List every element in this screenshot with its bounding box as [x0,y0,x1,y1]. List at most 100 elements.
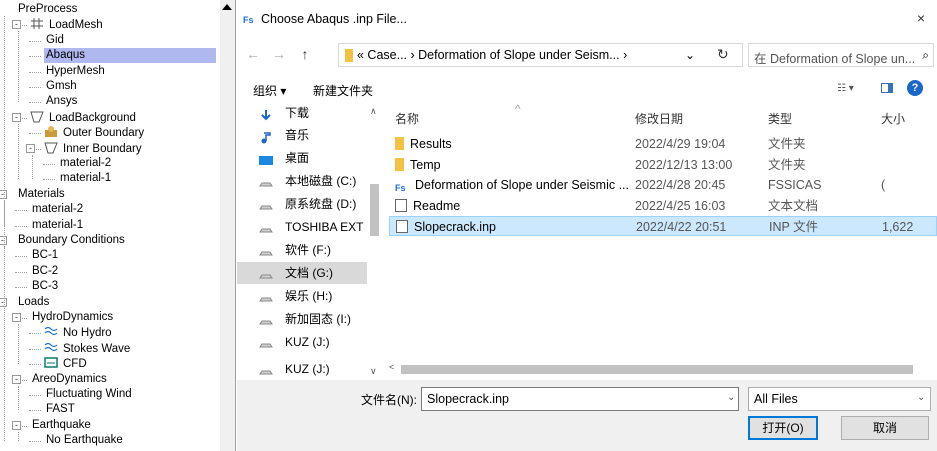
tree-node-label: CFD [63,358,87,371]
nav-item[interactable]: KUZ (J:) [237,358,367,380]
collapse-toggle-icon[interactable]: - [12,420,21,430]
organize-button[interactable]: 组织 ▾ [253,82,286,99]
tree-node[interactable]: Earthquake [30,418,93,433]
search-icon[interactable]: ⌕ [922,48,929,63]
nav-item[interactable]: TOSHIBA EXT (I [237,216,374,238]
column-header-type[interactable]: 类型 [768,110,792,127]
nav-item[interactable]: 文档 (G:) [237,262,367,284]
file-row[interactable]: Results 2022/4/29 19:04 文件夹 [389,134,937,154]
chevron-down-icon[interactable]: ⌄ [917,392,925,403]
chevron-down-icon[interactable]: ⌄ [727,392,735,403]
scroll-up-icon[interactable] [222,4,232,10]
tree-node[interactable]: Outer Boundary [44,125,146,140]
tree-connector [43,164,55,165]
nav-item[interactable]: 本地磁盘 (C:) [237,170,367,192]
view-options-icon[interactable]: ☷ ▾ [837,83,854,94]
tree-node[interactable]: No Hydro [44,325,114,340]
nav-scroll-thumb[interactable] [370,184,379,236]
preview-pane-icon[interactable] [881,83,893,93]
nav-item[interactable]: 下载 [237,104,367,124]
tree-node[interactable]: HyperMesh [44,64,107,79]
filename-input[interactable]: Slopecrack.inp [421,387,739,411]
nav-item[interactable]: 软件 (F:) [237,239,367,261]
address-bar[interactable]: « Case... › Deformation of Slope under S… [338,43,743,67]
tree-node[interactable]: Gid [44,33,66,48]
column-header-size[interactable]: 大小 [881,110,905,127]
column-header-name[interactable]: 名称 [395,110,419,127]
collapse-toggle-icon[interactable]: - [12,20,21,30]
nav-item[interactable]: 桌面 [237,147,367,169]
tree-node-label: PreProcess [18,3,78,15]
horizontal-scrollbar[interactable]: < [385,362,937,376]
project-tree: PreProcess LoadMesh - Gid Abaqus HyperMesh Gms… [0,0,236,451]
nav-item[interactable]: 音乐 [237,124,367,146]
tree-node[interactable]: material-1 [58,171,113,186]
tree-node[interactable]: HydroDynamics [30,310,115,325]
forward-arrow-icon[interactable]: → [271,46,287,64]
close-button[interactable]: × [911,10,931,28]
scroll-up-icon[interactable]: ∧ [370,106,377,117]
file-row[interactable]: Readme 2022/4/25 16:03 文本文档 [389,196,937,216]
nav-item[interactable]: 原系统盘 (D:) [237,193,367,215]
tree-node[interactable]: BC-2 [30,264,60,279]
filename-label: 文件名(N): [361,393,417,407]
open-button[interactable]: 打开(O) [748,416,818,440]
tree-node[interactable]: Ansys [44,94,79,109]
refresh-icon[interactable]: ↻ [717,46,729,63]
file-row[interactable]: Fs Deformation of Slope under Seismic ...… [389,175,937,195]
tree-node[interactable]: FAST [44,402,77,417]
tree-node[interactable]: Inner Boundary [44,141,144,156]
up-arrow-icon[interactable]: ↑ [297,46,313,64]
collapse-toggle-icon[interactable]: - [26,143,35,153]
tree-node[interactable]: No Earthquake [44,433,125,448]
column-header-date[interactable]: 修改日期 [635,110,683,127]
tree-node[interactable]: Gmsh [44,79,79,94]
tree-node[interactable]: material-2 [58,156,113,171]
tree-node[interactable]: AreoDynamics [30,372,109,387]
nav-item[interactable]: 新加固态 (I:) [237,308,367,330]
breadcrumb[interactable]: « Case... › Deformation of Slope under S… [357,48,627,62]
scroll-left-icon[interactable]: < [389,362,394,372]
sort-caret-icon: ^ [515,104,521,116]
collapse-toggle-icon[interactable]: - [12,112,21,122]
horizontal-scroll-thumb[interactable] [401,365,913,374]
file-name-cell: Results [395,134,635,154]
chevron-down-icon[interactable]: ⌄ [685,48,695,62]
nav-item[interactable]: KUZ (J:) [237,331,367,353]
tree-node-label: Outer Boundary [63,127,145,140]
collapse-toggle-icon[interactable]: - [12,374,21,384]
file-type-select[interactable]: All Files [748,387,931,411]
search-input[interactable]: 在 Deformation of Slope un... ⌕ [748,43,934,67]
tree-node[interactable]: LoadMesh [30,17,105,32]
tree-node[interactable]: CFD [44,356,89,371]
doc-icon [396,220,408,233]
file-row[interactable]: Temp 2022/12/13 13:00 文件夹 [389,155,937,175]
tree-node[interactable]: Fluctuating Wind [44,387,134,402]
back-arrow-icon[interactable]: ← [245,46,261,64]
nav-scrollbar[interactable]: ∧ ∨ [367,104,382,382]
tree-node[interactable]: BC-1 [30,248,60,263]
tree-node[interactable]: material-2 [30,202,85,217]
tree-node-label: BC-1 [32,249,59,262]
new-folder-button[interactable]: 新建文件夹 [313,82,373,99]
tree-node[interactable]: Loads [16,295,51,310]
file-row[interactable]: Slopecrack.inp 2022/4/22 20:51 INP 文件 1,622 [389,216,937,236]
drive-icon [259,244,273,256]
file-name: Temp [410,157,441,172]
file-list: 名称 ^ 修改日期 类型 大小 Results 2022/4/29 19:04 文件… [385,104,937,362]
tree-node-label: Inner Boundary [63,142,142,155]
collapse-toggle-icon[interactable]: - [12,313,21,322]
tree-scrollbar[interactable] [220,0,235,451]
tree-node[interactable]: Boundary Conditions [16,233,127,248]
cancel-button[interactable]: 取消 [841,416,929,440]
scroll-down-icon[interactable]: ∨ [370,366,377,377]
tree-node[interactable]: Stokes Wave [44,341,132,356]
tree-node[interactable]: LoadBackground [30,110,138,125]
tree-node[interactable]: BC-3 [30,279,60,294]
tree-node[interactable]: Materials [16,187,67,202]
nav-item[interactable]: 娱乐 (H:) [237,285,367,307]
tree-node[interactable]: material-1 [30,218,85,233]
tree-node[interactable]: Abaqus [44,48,216,64]
tree-node[interactable]: PreProcess [16,2,79,17]
help-icon[interactable]: ? [907,80,923,96]
